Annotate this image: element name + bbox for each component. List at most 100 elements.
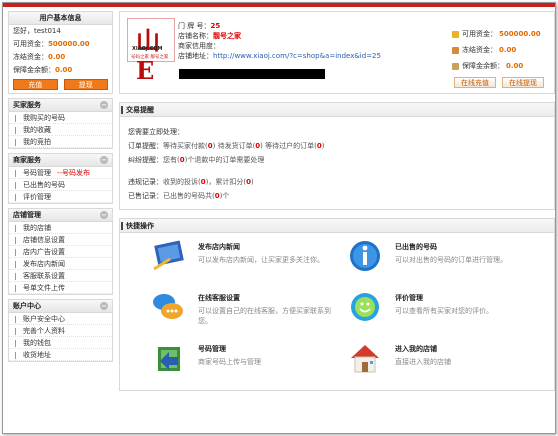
- buyer-services-section: 买家服务 − 我购买的号码 我的收藏 我的竞拍: [8, 98, 113, 149]
- quick-number-management[interactable]: 号码管理 商家号码上传与管理: [150, 341, 347, 386]
- sidebar-item-customer-service[interactable]: 客服联系设置: [9, 270, 112, 282]
- text: )个退款中的订单需要处理: [184, 156, 265, 164]
- quick-desc: 商家号码上传与管理: [198, 358, 261, 366]
- shop-number-row: 门 牌 号：25: [178, 21, 381, 31]
- sidebar-item-my-shop[interactable]: 我的店铺: [9, 222, 112, 234]
- sidebar-item-profile[interactable]: 完善个人资料: [9, 325, 112, 337]
- available-funds-row: 可用资金：500000.00: [9, 38, 112, 51]
- quick-actions-box: 快捷操作 发布店内新闻可以发布店内新闻，让买家更多关注你。 已出售的号码可以对出…: [119, 218, 555, 391]
- dispute-reminder-row: 纠纷提醒：您有(0)个退款中的订单需要处理: [128, 153, 546, 167]
- funds-available-label: 可用资金：: [462, 30, 497, 38]
- shop-details: 门 牌 号：25 店铺名称：靓号之家 商家信用度： 店铺地址：http://ww…: [178, 21, 381, 61]
- collapse-icon[interactable]: −: [100, 211, 108, 219]
- quick-title: 评价管理: [395, 294, 423, 302]
- quick-sold-numbers[interactable]: 已出售的号码可以对出售的号码的订单进行管理。: [347, 239, 544, 284]
- sidebar-item-sold-numbers[interactable]: 已出售的号码: [9, 179, 112, 191]
- coins-icon: [452, 30, 459, 38]
- info-icon: [350, 241, 380, 271]
- quick-reviews[interactable]: 评价管理可以查看所有买家对您的评价。: [347, 290, 544, 335]
- sidebar-item-shop-info[interactable]: 店铺信息设置: [9, 234, 112, 246]
- sidebar-item-wallet[interactable]: 我的钱包: [9, 337, 112, 349]
- recharge-button[interactable]: 充值: [13, 79, 58, 90]
- sold-row: 已售记录：已出售的号码共(0)个: [128, 189, 546, 203]
- deposit-value: 0.00: [55, 66, 73, 74]
- withdraw-button[interactable]: 提现: [63, 79, 108, 90]
- shop-info-panel: 山E XIAOJ.COM 号码之家 靓号之家 门 牌 号：25 店铺名称：靓号之…: [119, 11, 555, 94]
- quick-desc: 可以设置自己的在线客服，方便买家联系到您。: [198, 307, 331, 325]
- funds-summary: 可用资金： 500000.00 冻结资金： 0.00 保障金余额： 0.00: [452, 26, 541, 74]
- shop-management-header[interactable]: 店铺管理 −: [9, 209, 112, 222]
- collapse-icon[interactable]: −: [100, 302, 108, 310]
- text: 收到的投诉(: [163, 178, 201, 186]
- text: 您有(: [163, 156, 180, 164]
- main-content: 山E XIAOJ.COM 号码之家 靓号之家 门 牌 号：25 店铺名称：靓号之…: [119, 11, 555, 391]
- account-center-section: 账户中心 − 账户安全中心 完善个人资料 我的钱包 收货地址: [8, 299, 113, 362]
- shop-name-value: 靓号之家: [213, 32, 241, 40]
- buyer-services-header[interactable]: 买家服务 −: [9, 99, 112, 112]
- text: 已出售的号码共(: [163, 192, 215, 200]
- shop-name-row: 店铺名称：靓号之家: [178, 31, 381, 41]
- sidebar-item-reviews[interactable]: 评价管理: [9, 191, 112, 203]
- text: )个: [219, 192, 230, 200]
- news-board-icon: [153, 240, 184, 271]
- upload-document-icon: [158, 347, 180, 371]
- collapse-icon[interactable]: −: [100, 156, 108, 164]
- sidebar-item-my-purchases[interactable]: 我购买的号码: [9, 112, 112, 124]
- funds-deposit-label: 保障金余额：: [462, 62, 504, 70]
- pending-heading: 您需要立即处理：: [128, 128, 184, 136]
- trade-reminder-box: 交易提醒 您需要立即处理： 订单提醒：等待买家付款(0) 待发货订单(0) 等待…: [119, 102, 555, 210]
- funds-buttons: 在线充值 在线提现: [454, 77, 544, 88]
- account-center-header[interactable]: 账户中心 −: [9, 300, 112, 313]
- sold-label: 已售记录：: [128, 192, 163, 200]
- collapse-icon[interactable]: −: [100, 101, 108, 109]
- shop-url-link[interactable]: http://www.xiaoj.com/?c=shop&a=index&id=…: [213, 52, 381, 60]
- quick-desc: 可以对出售的号码的订单进行管理。: [395, 256, 507, 264]
- merchant-services-header[interactable]: 商家服务 −: [9, 154, 112, 167]
- order-reminder-row: 订单提醒：等待买家付款(0) 待发货订单(0) 等待过户的订单(0): [128, 139, 546, 153]
- quick-title: 已出售的号码: [395, 243, 437, 251]
- sidebar: 用户基本信息 您好，test014 可用资金：500000.00 冻结资金：0.…: [8, 11, 113, 362]
- user-buttons: 充值 提现: [9, 77, 112, 93]
- quick-customer-service[interactable]: 在线客服设置 可以设置自己的在线客服，方便买家联系到您。: [150, 290, 347, 335]
- lock-icon: [452, 46, 459, 54]
- dispute-reminder-label: 纠纷提醒：: [128, 156, 163, 164]
- quick-desc: 可以查看所有买家对您的评价。: [395, 307, 493, 315]
- online-withdraw-button[interactable]: 在线提现: [502, 77, 544, 88]
- section-title: 商家服务: [13, 155, 41, 164]
- smiley-chat-icon: [351, 293, 379, 321]
- sidebar-item-security-center[interactable]: 账户安全中心: [9, 313, 112, 325]
- text: ) 等待过户的订单(: [260, 142, 317, 150]
- sidebar-item-my-favorites[interactable]: 我的收藏: [9, 124, 112, 136]
- text: )，累计扣分(: [205, 178, 247, 186]
- shop-name-label: 店铺名称：: [178, 32, 213, 40]
- quick-publish-news[interactable]: 发布店内新闻可以发布店内新闻，让买家更多关注你。: [150, 239, 347, 284]
- shop-logo[interactable]: 山E XIAOJ.COM 号码之家 靓号之家: [127, 18, 175, 85]
- text: ): [321, 142, 325, 150]
- text: ): [250, 178, 254, 186]
- user-greeting: 您好，test014: [13, 27, 61, 35]
- shop-management-section: 店铺管理 − 我的店铺 店铺信息设置 店内广告设置 发布店内新闻 客服联系设置 号…: [8, 208, 113, 295]
- logo-mark: 山E: [136, 26, 160, 85]
- quick-desc: 可以发布店内新闻，让买家更多关注你。: [198, 256, 324, 264]
- quick-title: 发布店内新闻: [198, 243, 240, 251]
- house-icon: [351, 345, 379, 373]
- credit-row: 商家信用度：: [178, 42, 220, 50]
- sidebar-item-address[interactable]: 收货地址: [9, 349, 112, 361]
- funds-available-value: 500000.00: [499, 30, 541, 38]
- funds-frozen-value: 0.00: [499, 46, 517, 54]
- sidebar-item-number-management[interactable]: 号码管理 --号码发布: [9, 167, 112, 179]
- number-publish-link[interactable]: --号码发布: [57, 169, 90, 177]
- sidebar-item-file-upload[interactable]: 号单文件上传: [9, 282, 112, 294]
- quick-actions-title: 快捷操作: [120, 219, 554, 233]
- chat-bubbles-icon: [153, 294, 183, 319]
- online-recharge-button[interactable]: 在线充值: [454, 77, 496, 88]
- available-funds-value: 500000.00: [48, 40, 90, 48]
- sidebar-item-my-auctions[interactable]: 我的竞拍: [9, 136, 112, 148]
- quick-enter-shop[interactable]: 进入我的店铺 直接进入我的店铺: [347, 341, 544, 386]
- quick-desc: 直接进入我的店铺: [395, 358, 451, 366]
- sidebar-item-shop-ads[interactable]: 店内广告设置: [9, 246, 112, 258]
- frozen-funds-value: 0.00: [48, 53, 66, 61]
- text: ) 待发货订单(: [212, 142, 256, 150]
- sidebar-item-shop-news[interactable]: 发布店内新闻: [9, 258, 112, 270]
